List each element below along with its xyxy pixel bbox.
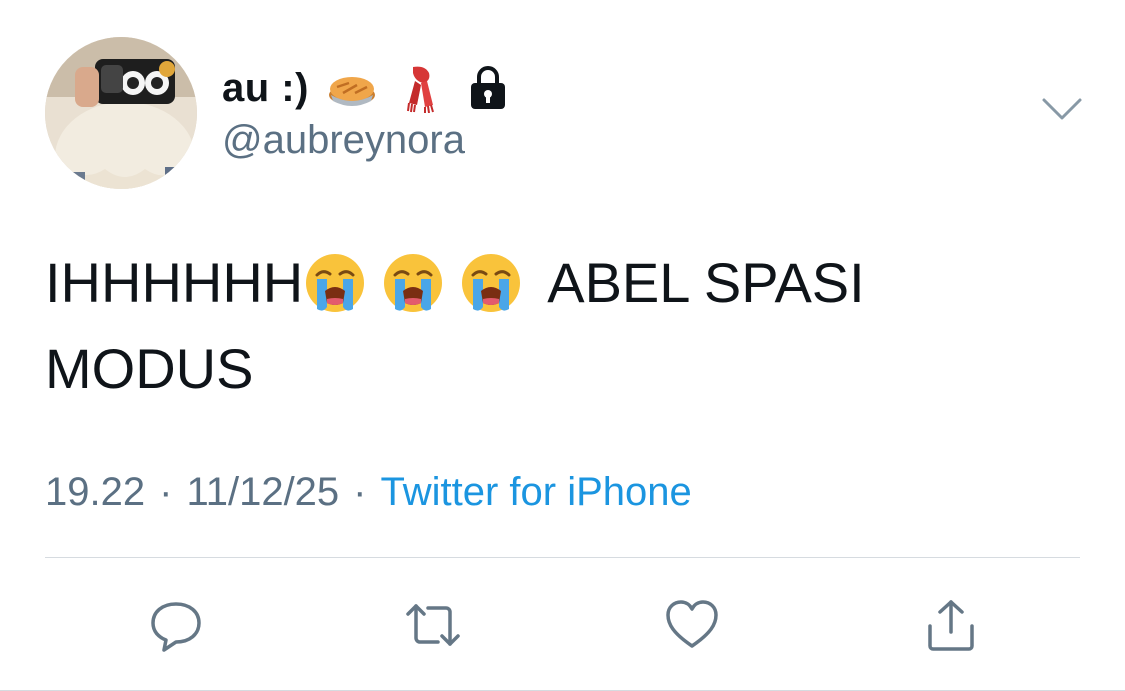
meta-separator: ·: [159, 470, 173, 514]
tweet-card: au :) @aubreynora IHHHHHH ABEL SPASI MOD…: [0, 0, 1125, 691]
share-icon: [928, 600, 974, 651]
reply-icon: [151, 602, 201, 652]
retweet-icon: [406, 604, 460, 646]
avatar[interactable]: [45, 37, 197, 189]
tweet-date: 11/12/25: [186, 470, 340, 514]
user-handle[interactable]: @aubreynora: [222, 118, 465, 163]
tweet-text-start: IHHHHHH: [45, 251, 304, 314]
meta-separator: ·: [353, 470, 367, 514]
retweet-button[interactable]: [398, 590, 468, 660]
avatar-image: [45, 37, 197, 189]
action-bar: [0, 590, 1125, 660]
loudly-crying-face-icon: [381, 251, 445, 315]
tweet-text-end: ABEL SPASI: [547, 251, 865, 314]
share-button[interactable]: [916, 590, 986, 660]
tweet-text-line-1: IHHHHHH ABEL SPASI: [45, 240, 1085, 326]
pie-icon: [327, 63, 377, 113]
divider: [45, 557, 1080, 558]
loudly-crying-face-icon: [459, 251, 523, 315]
chevron-down-icon[interactable]: [1040, 94, 1084, 124]
tweet-text-line-2: MODUS: [45, 326, 1085, 412]
loudly-crying-face-icon: [303, 251, 367, 315]
tweet-text: IHHHHHH ABEL SPASI MODUS: [45, 240, 1085, 412]
reply-button[interactable]: [141, 590, 211, 660]
like-button[interactable]: [657, 590, 727, 660]
display-name[interactable]: au :): [222, 66, 309, 111]
like-icon: [666, 600, 718, 648]
lock-icon: [463, 63, 513, 113]
scarf-icon: [395, 63, 445, 114]
name-row: au :): [222, 60, 513, 116]
tweet-meta: 19.22 · 11/12/25 · Twitter for iPhone: [45, 470, 692, 515]
tweet-text-line-2-text: MODUS: [45, 337, 254, 400]
tweet-source-link[interactable]: Twitter for iPhone: [381, 470, 692, 515]
tweet-time: 19.22: [45, 470, 146, 514]
